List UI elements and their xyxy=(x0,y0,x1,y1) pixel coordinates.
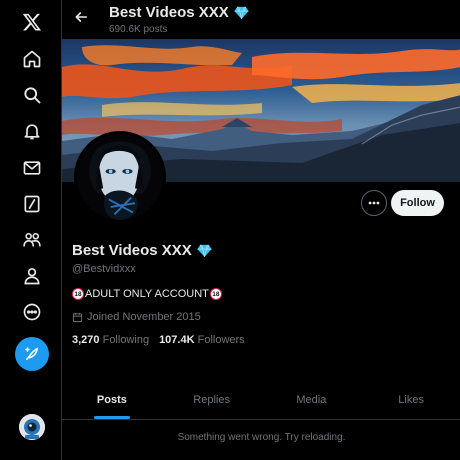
followers-label: Followers xyxy=(197,334,245,346)
grok-icon[interactable] xyxy=(12,186,52,222)
tab-label: Media xyxy=(296,393,327,406)
profile-tabs: Posts Replies Media Likes xyxy=(62,380,460,420)
post-count: 690.6K posts xyxy=(109,24,168,35)
search-icon[interactable] xyxy=(12,77,52,113)
x-logo-icon[interactable] xyxy=(12,4,52,40)
diamond-icon xyxy=(233,4,250,21)
communities-icon[interactable] xyxy=(12,222,52,258)
tab-likes[interactable]: Likes xyxy=(361,380,460,419)
tab-label: Replies xyxy=(193,393,230,406)
profile-header: Best Videos XXX 690.6K posts xyxy=(62,0,460,39)
profile-icon[interactable] xyxy=(12,258,52,294)
follow-stats: 3,270 Following 107.4K Followers xyxy=(72,334,245,346)
account-avatar[interactable] xyxy=(19,414,45,440)
tab-posts[interactable]: Posts xyxy=(62,380,162,419)
tab-media[interactable]: Media xyxy=(262,380,362,419)
sidebar-nav xyxy=(0,0,62,460)
followers-count: 107.4K xyxy=(159,334,195,346)
error-message: Something went wrong. Try reloading. xyxy=(177,432,346,443)
following-count: 3,270 xyxy=(72,334,100,346)
tab-replies[interactable]: Replies xyxy=(162,380,262,419)
header-title: Best Videos XXX xyxy=(109,4,229,21)
following-label: Following xyxy=(102,334,150,346)
join-date-text: Joined November 2015 xyxy=(87,311,201,323)
adults-only-badge: 18 xyxy=(72,288,84,300)
ellipsis-icon xyxy=(368,201,380,205)
home-icon[interactable] xyxy=(12,41,52,77)
back-button[interactable] xyxy=(70,6,92,28)
join-date: Joined November 2015 xyxy=(72,311,201,323)
compose-post-button[interactable] xyxy=(15,337,49,371)
header-title-row: Best Videos XXX xyxy=(109,4,250,21)
calendar-icon xyxy=(72,312,83,322)
more-options-button[interactable] xyxy=(361,190,387,216)
feather-icon xyxy=(25,347,39,360)
followers-link[interactable]: 107.4K Followers xyxy=(159,334,245,346)
follow-button[interactable]: Follow xyxy=(391,190,444,216)
messages-icon[interactable] xyxy=(12,150,52,186)
notifications-icon[interactable] xyxy=(12,113,52,149)
arrow-left-icon xyxy=(75,12,88,22)
more-icon[interactable] xyxy=(12,294,52,330)
bio-text: ADULT ONLY ACCOUNT xyxy=(85,288,209,300)
active-tab-indicator xyxy=(93,416,130,419)
profile-bio: 18 ADULT ONLY ACCOUNT 18 xyxy=(72,288,222,300)
profile-avatar[interactable] xyxy=(74,131,166,223)
tab-label: Posts xyxy=(96,393,127,406)
profile-column: Best Videos XXX 690.6K posts Follow Best… xyxy=(61,0,460,460)
profile-handle: @Bestvidxxx xyxy=(72,263,136,275)
profile-name-row: Best Videos XXX xyxy=(72,242,213,259)
tab-label: Likes xyxy=(398,393,424,406)
profile-name: Best Videos XXX xyxy=(72,242,192,259)
adults-only-badge: 18 xyxy=(209,288,222,300)
following-link[interactable]: 3,270 Following xyxy=(72,334,149,346)
diamond-icon xyxy=(196,242,213,259)
